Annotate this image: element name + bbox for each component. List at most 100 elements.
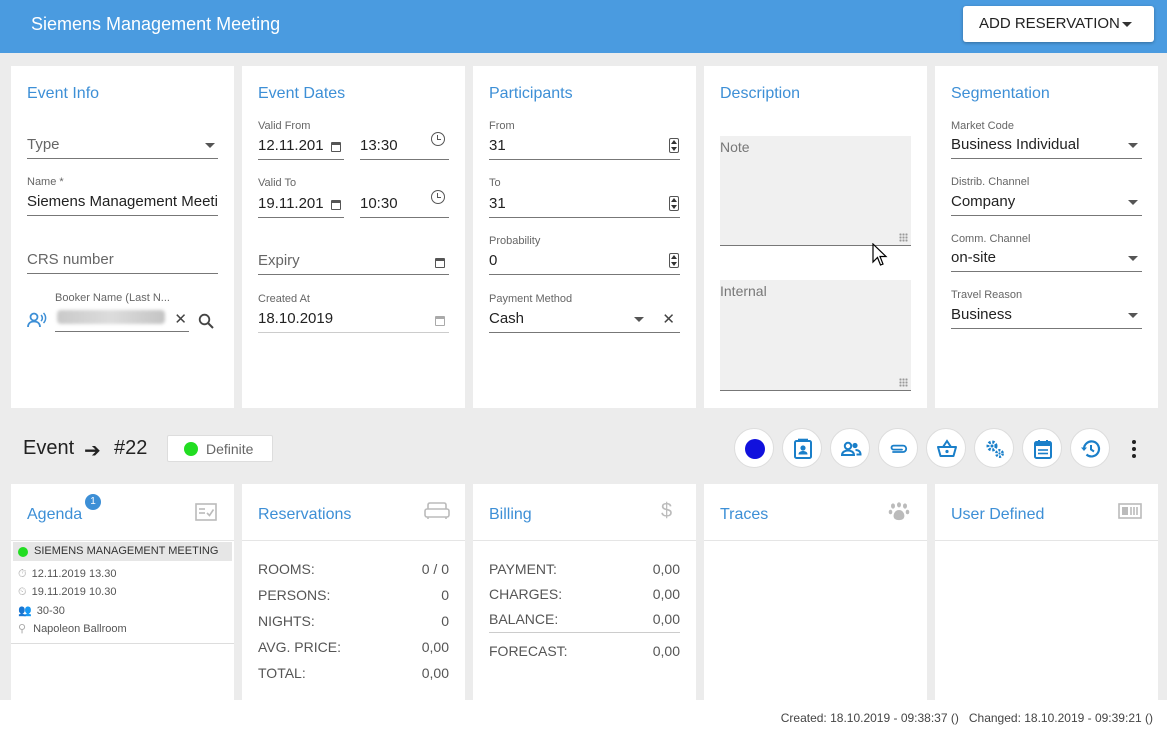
people-button[interactable]	[830, 428, 870, 468]
to-stepper[interactable]: 31	[489, 190, 680, 218]
event-info-card: Event Info Type Name * Siemens Managemen…	[11, 66, 234, 408]
reservation-row-value: 0	[441, 587, 449, 603]
distrib-channel-value: Company	[951, 193, 1016, 210]
chevron-down-icon	[205, 143, 215, 148]
created-at-field: 18.10.2019	[258, 305, 449, 333]
attachments-button[interactable]	[878, 428, 918, 468]
event-info-title: Event Info	[27, 85, 100, 102]
top-bar: Siemens Management Meeting ADD RESERVATI…	[0, 0, 1167, 53]
payment-method-label: Payment Method	[489, 293, 573, 305]
internal-textarea[interactable]: Internal	[720, 280, 911, 391]
distrib-channel-select[interactable]: Company	[951, 188, 1142, 216]
crs-number-field[interactable]: CRS number	[27, 246, 218, 274]
valid-from-time: 13:30	[360, 137, 398, 154]
color-button[interactable]	[734, 428, 774, 468]
basket-button[interactable]	[926, 428, 966, 468]
mouse-cursor-icon	[872, 242, 888, 270]
clear-icon[interactable]: ✕	[174, 312, 187, 327]
agenda-location-text: Napoleon Ballroom	[33, 623, 127, 635]
footer-timestamps: Created: 18.10.2019 - 09:38:37 () Change…	[780, 711, 1153, 725]
caret-down-icon	[1122, 22, 1132, 27]
forecast-label: FORECAST:	[489, 643, 568, 659]
resize-grip-icon[interactable]	[899, 233, 908, 242]
chevron-down-icon	[634, 317, 644, 322]
clock-icon[interactable]	[431, 132, 445, 146]
status-badge[interactable]: Definite	[167, 435, 273, 462]
created-at-label: Created At	[258, 293, 310, 305]
billing-row-value: 0,00	[652, 586, 680, 602]
dollar-icon[interactable]: $	[661, 500, 672, 523]
agenda-start: ⏱ 12.11.2019 13.30	[18, 568, 116, 581]
valid-to-time-field[interactable]: 10:30	[360, 190, 449, 218]
valid-to-date: 19.11.201	[258, 195, 324, 212]
market-code-select[interactable]: Business Individual	[951, 131, 1142, 159]
name-field[interactable]: Siemens Management Meetin	[27, 188, 218, 216]
billing-row-value: 0,00	[652, 561, 680, 577]
forecast-divider	[489, 632, 680, 633]
stepper-icon[interactable]	[669, 196, 679, 211]
sofa-icon[interactable]	[424, 502, 450, 523]
participants-card: Participants From 31 To 31 Probability 0…	[473, 66, 696, 408]
event-label: Event	[23, 437, 75, 459]
user-defined-card: User Defined	[935, 484, 1158, 700]
to-label: To	[489, 177, 501, 189]
comm-channel-select[interactable]: on-site	[951, 244, 1142, 272]
resize-grip-icon[interactable]	[899, 378, 908, 387]
probability-stepper[interactable]: 0	[489, 247, 680, 275]
valid-to-date-field[interactable]: 19.11.201	[258, 190, 344, 218]
agenda-list-item[interactable]: SIEMENS MANAGEMENT MEETING ⏱ 12.11.2019 …	[13, 542, 232, 642]
traces-title: Traces	[720, 506, 769, 523]
billing-row-label: BALANCE:	[489, 611, 559, 627]
add-reservation-button[interactable]: ADD RESERVATION	[963, 6, 1154, 42]
reservation-row-value: 0,00	[421, 639, 449, 655]
agenda-title: Agenda	[27, 506, 83, 523]
settings-button[interactable]	[974, 428, 1014, 468]
agenda-status-dot-icon	[18, 547, 28, 557]
stepper-icon[interactable]	[669, 253, 679, 268]
travel-reason-select[interactable]: Business	[951, 301, 1142, 329]
travel-reason-value: Business	[951, 306, 1012, 323]
participants-title: Participants	[489, 85, 573, 102]
more-vert-icon[interactable]	[1129, 440, 1139, 458]
timer-icon: ⏱	[18, 568, 27, 580]
contact-card-button[interactable]	[782, 428, 822, 468]
checklist-icon[interactable]	[195, 503, 217, 524]
from-stepper[interactable]: 31	[489, 132, 680, 160]
color-dot-icon	[745, 439, 765, 459]
clear-icon[interactable]: ✕	[662, 312, 675, 327]
id-card-icon[interactable]	[1118, 503, 1142, 522]
calendar-icon[interactable]	[331, 200, 341, 210]
booker-name-field[interactable]: ✕	[55, 304, 189, 332]
valid-from-time-field[interactable]: 13:30	[360, 132, 449, 160]
internal-placeholder: Internal	[720, 283, 767, 299]
stepper-icon[interactable]	[669, 138, 679, 153]
timer-off-icon: ⏲	[18, 586, 27, 598]
type-select[interactable]: Type	[27, 131, 218, 159]
valid-from-date-field[interactable]: 12.11.201	[258, 132, 344, 160]
comm-channel-value: on-site	[951, 249, 997, 266]
segmentation-card: Segmentation Market Code Business Indivi…	[935, 66, 1158, 408]
expiry-field[interactable]: Expiry	[258, 247, 449, 275]
agenda-end: ⏲ 19.11.2019 10.30	[18, 586, 116, 599]
type-placeholder: Type	[27, 136, 60, 153]
add-reservation-label: ADD RESERVATION	[979, 15, 1120, 32]
reservation-row-label: PERSONS:	[258, 587, 331, 603]
paw-icon[interactable]	[888, 502, 910, 525]
traces-card: Traces	[704, 484, 927, 700]
calendar-button[interactable]	[1022, 428, 1062, 468]
search-icon[interactable]	[198, 313, 214, 332]
calendar-icon[interactable]	[331, 142, 341, 152]
note-textarea[interactable]: Note	[720, 136, 911, 246]
basket-icon	[937, 439, 957, 457]
valid-to-time: 10:30	[360, 195, 398, 212]
calendar-icon[interactable]	[435, 258, 445, 268]
agenda-start-text: 12.11.2019 13.30	[31, 568, 117, 580]
agenda-divider	[11, 540, 234, 541]
history-button[interactable]	[1070, 428, 1110, 468]
clock-icon[interactable]	[431, 190, 445, 204]
reservation-row-value: 0,00	[421, 665, 449, 681]
event-number: #22	[114, 437, 148, 459]
payment-method-select[interactable]: Cash ✕	[489, 305, 680, 333]
billing-row-value: 0,00	[652, 611, 680, 627]
booker-name-blurred	[57, 310, 165, 324]
